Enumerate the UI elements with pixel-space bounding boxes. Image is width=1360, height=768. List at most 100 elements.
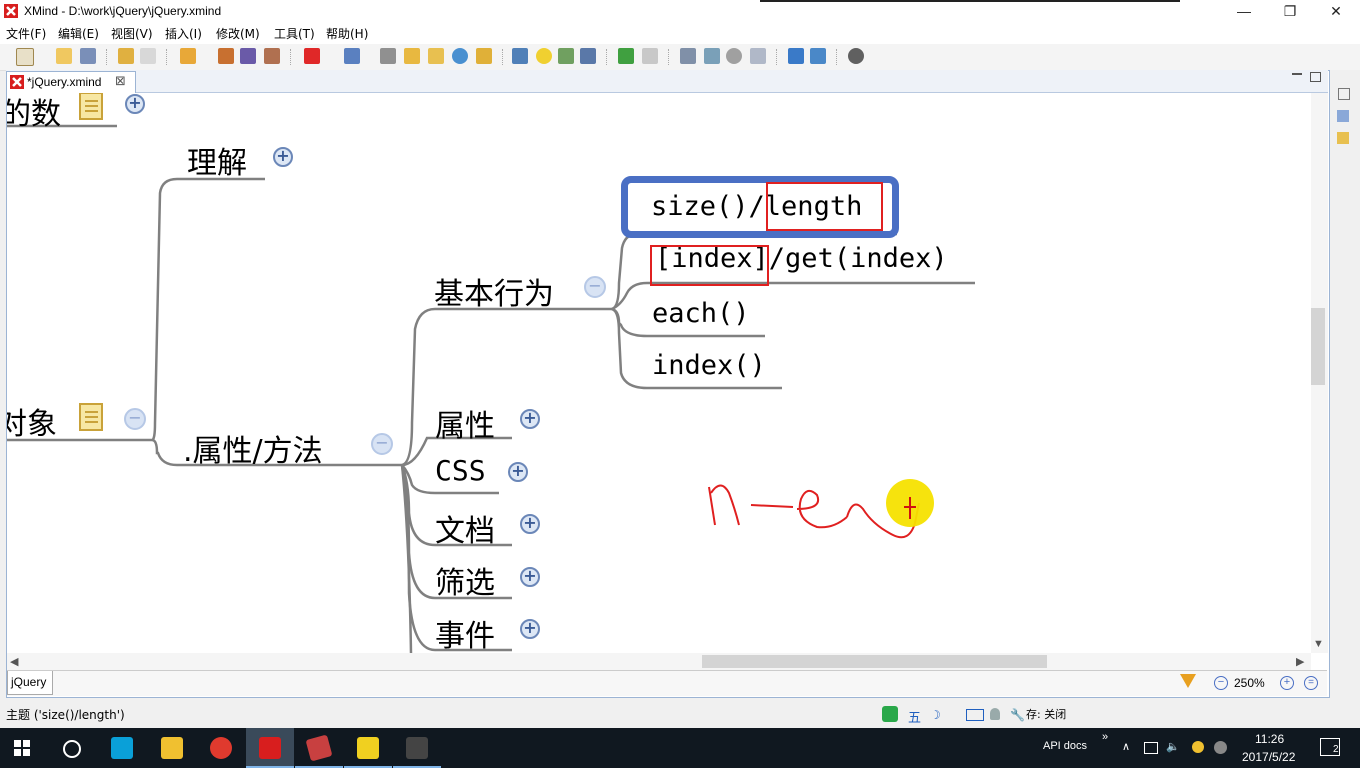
ime-logo-icon[interactable] xyxy=(882,706,898,722)
zoom-in-icon[interactable]: + xyxy=(1280,676,1294,690)
clock-date[interactable]: 2017/5/22 xyxy=(1242,750,1295,764)
redo-icon[interactable] xyxy=(140,48,156,64)
collapse-minus-icon[interactable]: − xyxy=(371,433,393,455)
drill-down-icon[interactable] xyxy=(618,48,634,64)
undo-icon[interactable] xyxy=(118,48,134,64)
marker-flag-icon[interactable] xyxy=(304,48,320,64)
taskbar-webstorm[interactable] xyxy=(98,728,146,768)
expand-plus-icon[interactable]: + xyxy=(520,619,540,639)
share-icon[interactable] xyxy=(810,48,826,64)
upload-icon[interactable] xyxy=(788,48,804,64)
vertical-scroll-thumb[interactable] xyxy=(1311,308,1325,385)
keyboard-icon[interactable] xyxy=(966,709,984,721)
expand-plus-icon[interactable]: + xyxy=(520,567,540,587)
zoom-fit-icon[interactable]: = xyxy=(1304,676,1318,690)
horizontal-scroll-thumb[interactable] xyxy=(702,655,1047,668)
topic-understand[interactable]: 理解 xyxy=(187,138,247,182)
scroll-left-icon[interactable]: ◀ xyxy=(10,655,18,668)
collapse-minus-icon[interactable]: − xyxy=(124,408,146,430)
maximize-editor-icon[interactable] xyxy=(1310,72,1321,82)
taskbar-explorer[interactable] xyxy=(148,728,196,768)
windows-start-icon[interactable] xyxy=(14,740,30,756)
attachment-icon[interactable] xyxy=(380,48,396,64)
ime-mode[interactable]: 五 xyxy=(908,707,921,726)
clock-time[interactable]: 11:26 xyxy=(1255,732,1284,746)
relationship-icon[interactable] xyxy=(240,48,256,64)
menu-modify[interactable]: 修改(M) xyxy=(216,25,260,42)
partial-topic-top[interactable]: 的数 xyxy=(7,93,61,133)
horizontal-scrollbar[interactable] xyxy=(7,653,1311,670)
settings-gear-icon[interactable] xyxy=(848,48,864,64)
mindmap-canvas[interactable]: 的数 + 对象 − 理解 + .属性/方法 − 基本行为 − size()/le… xyxy=(7,93,1311,653)
subtopic-icon[interactable] xyxy=(218,48,234,64)
close-button[interactable]: ✕ xyxy=(1316,0,1356,22)
taskbar-help[interactable] xyxy=(344,728,392,768)
restore-panel-icon[interactable] xyxy=(1338,88,1350,100)
weather-icon[interactable] xyxy=(1192,741,1204,753)
menu-tools[interactable]: 工具(T) xyxy=(274,25,315,42)
editor-tab[interactable]: *jQuery.xmind ⊠ xyxy=(6,71,136,93)
menu-edit[interactable]: 编辑(E) xyxy=(58,25,99,42)
tray-expand-icon[interactable]: » xyxy=(1102,731,1108,743)
topic-each[interactable]: each() xyxy=(652,298,750,329)
scroll-down-icon[interactable]: ▼ xyxy=(1313,638,1324,650)
topic-filter[interactable]: 筛选 xyxy=(435,558,495,602)
outline-icon[interactable] xyxy=(680,48,696,64)
restore-button[interactable]: ❐ xyxy=(1270,0,1310,22)
open-folder-icon[interactable] xyxy=(56,48,72,64)
menu-file[interactable]: 文件(F) xyxy=(6,25,46,42)
menu-view[interactable]: 视图(V) xyxy=(111,25,153,42)
clock-icon[interactable] xyxy=(726,48,742,64)
expand-plus-icon[interactable]: + xyxy=(273,147,293,167)
label-icon[interactable] xyxy=(404,48,420,64)
hyperlink-globe-icon[interactable] xyxy=(452,48,468,64)
topic-css[interactable]: CSS xyxy=(435,454,486,487)
task-icon[interactable] xyxy=(580,48,596,64)
expand-plus-icon[interactable]: + xyxy=(520,409,540,429)
topic-attribute[interactable]: 属性 xyxy=(435,401,495,445)
taskbar-terminal[interactable] xyxy=(393,728,441,768)
taskbar-chrome[interactable] xyxy=(197,728,245,768)
taskbar-app[interactable] xyxy=(295,728,343,768)
wrench-icon[interactable]: 🔧 xyxy=(1010,708,1025,722)
tab-close-icon[interactable]: ⊠ xyxy=(115,73,126,89)
topic-basic-behavior[interactable]: 基本行为 xyxy=(434,269,554,313)
minimize-editor-icon[interactable] xyxy=(1292,73,1302,75)
search-cortana-icon[interactable] xyxy=(63,740,81,758)
filter-funnel-icon[interactable] xyxy=(1180,674,1196,688)
tray-label[interactable]: API docs xyxy=(1043,740,1087,752)
overview-icon[interactable] xyxy=(704,48,720,64)
taskbar-xmind[interactable] xyxy=(246,728,294,768)
expand-plus-icon[interactable]: + xyxy=(520,514,540,534)
note-icon[interactable] xyxy=(79,93,103,120)
search-icon[interactable] xyxy=(750,48,766,64)
new-icon[interactable] xyxy=(16,48,34,66)
scroll-right-icon[interactable]: ▶ xyxy=(1296,655,1304,668)
volume-icon[interactable]: 🔈 xyxy=(1166,740,1180,753)
menu-help[interactable]: 帮助(H) xyxy=(326,25,368,42)
outline-panel-icon[interactable] xyxy=(1337,110,1349,122)
minimize-button[interactable]: — xyxy=(1224,0,1264,22)
notes-panel-icon[interactable] xyxy=(1337,132,1349,144)
network-icon[interactable] xyxy=(1144,742,1158,754)
moon-icon[interactable]: ☽ xyxy=(930,708,941,722)
menu-insert[interactable]: 插入(I) xyxy=(165,25,202,42)
zoom-out-icon[interactable]: − xyxy=(1214,676,1228,690)
image-icon[interactable] xyxy=(344,48,360,64)
collapse-minus-icon[interactable]: − xyxy=(584,276,606,298)
boundary-icon[interactable] xyxy=(264,48,280,64)
topic-document[interactable]: 文档 xyxy=(435,506,495,550)
drill-up-icon[interactable] xyxy=(642,48,658,64)
topic-index-fn[interactable]: index() xyxy=(652,350,766,381)
topic-icon[interactable] xyxy=(180,48,196,64)
user-icon[interactable] xyxy=(990,708,1000,720)
expand-plus-icon[interactable]: + xyxy=(125,94,145,114)
chevron-up-icon[interactable]: ∧ xyxy=(1122,740,1130,753)
audio-icon[interactable] xyxy=(476,48,492,64)
gantt-icon[interactable] xyxy=(558,48,574,64)
partial-topic-left[interactable]: 对象 xyxy=(7,399,57,443)
topic-attr-method[interactable]: .属性/方法 xyxy=(183,426,323,470)
topic-event[interactable]: 事件 xyxy=(435,611,495,653)
app-tray-icon[interactable] xyxy=(1214,741,1227,754)
sheet-tab[interactable]: jQuery xyxy=(7,671,53,695)
